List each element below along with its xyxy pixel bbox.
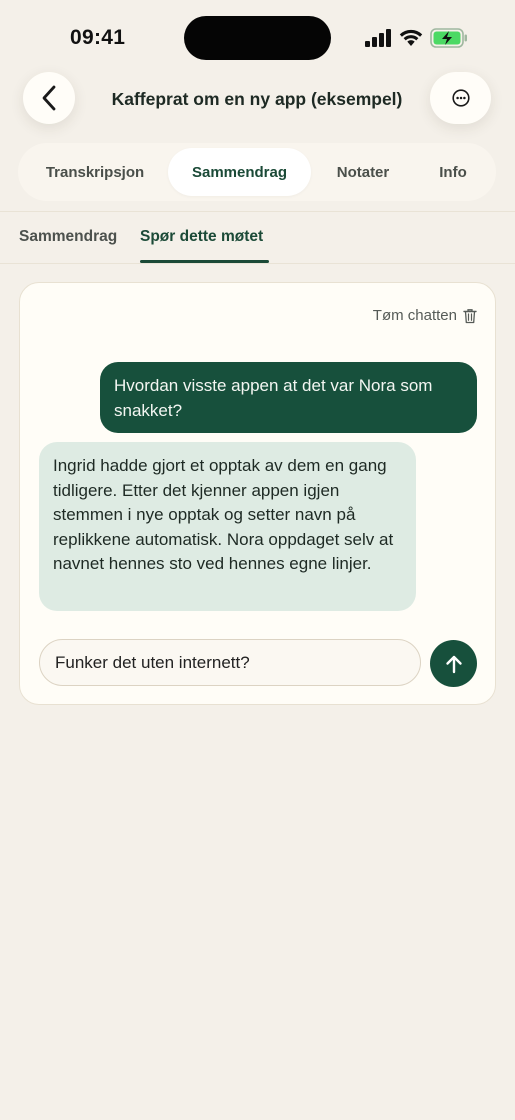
main-tabs: Transkripsjon Sammendrag Notater Info [18, 143, 496, 201]
status-bar: 09:41 [0, 0, 515, 78]
tab-info[interactable]: Info [416, 148, 490, 196]
user-message: Hvordan visste appen at det var Nora som… [100, 362, 477, 433]
chat-input[interactable] [39, 639, 421, 686]
send-button[interactable] [430, 640, 477, 687]
battery-charging-icon [430, 28, 467, 48]
status-time: 09:41 [70, 26, 126, 49]
cellular-signal-icon [365, 29, 391, 47]
tab-notater[interactable]: Notater [314, 148, 412, 196]
tab-transkripsjon[interactable]: Transkripsjon [24, 148, 166, 196]
wifi-icon [399, 29, 423, 46]
arrow-up-icon [445, 655, 462, 673]
subtab-spor-motet[interactable]: Spør dette møtet [140, 228, 263, 246]
divider [0, 211, 515, 212]
ellipsis-circle-icon [451, 89, 470, 107]
clear-chat-label: Tøm chatten [372, 307, 457, 324]
app-screen: 09:41 Kaffeprat om en ny app (eksempel) … [0, 0, 515, 1120]
tab-sammendrag[interactable]: Sammendrag [168, 148, 311, 196]
subtab-sammendrag[interactable]: Sammendrag [19, 228, 117, 246]
header: Kaffeprat om en ny app (eksempel) [0, 72, 515, 126]
page-title: Kaffeprat om en ny app (eksempel) [111, 89, 403, 109]
chevron-left-icon [42, 85, 56, 111]
chat-panel: Tøm chatten Hvordan visste appen at det … [19, 282, 496, 705]
dynamic-island [184, 16, 331, 60]
assistant-message: Ingrid hadde gjort et opptak av dem en g… [39, 442, 416, 611]
divider [0, 263, 515, 264]
back-button[interactable] [23, 72, 75, 124]
more-options-button[interactable] [430, 72, 491, 124]
trash-icon [463, 308, 477, 323]
clear-chat-button[interactable]: Tøm chatten [373, 307, 477, 324]
